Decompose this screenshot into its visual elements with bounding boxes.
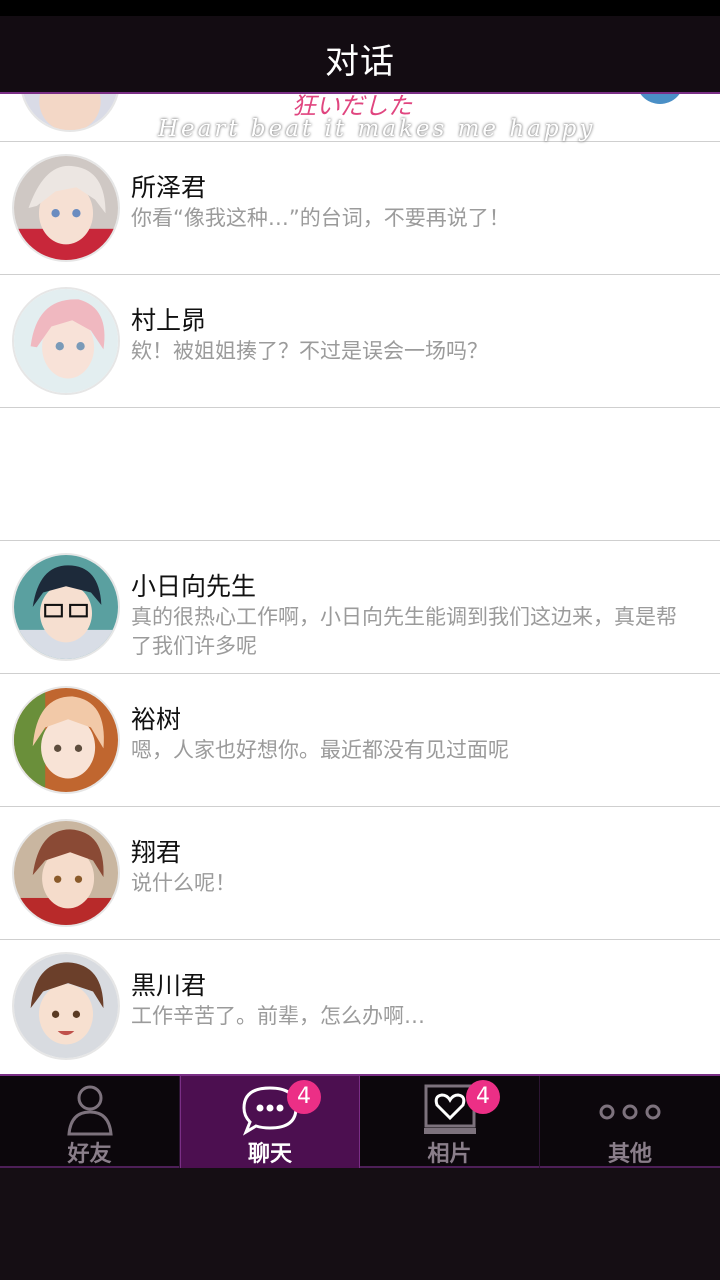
tab-label: 相片	[427, 1142, 472, 1167]
tab-label: 聊天	[247, 1142, 292, 1167]
unread-badge: 4	[466, 1080, 500, 1114]
chat-name: 裕树	[131, 705, 182, 734]
tab-other[interactable]: 其他	[540, 1076, 720, 1168]
avatar	[20, 94, 120, 132]
app-header: 对话	[0, 16, 720, 94]
more-dots-icon	[595, 1082, 665, 1140]
bottom-tab-bar: 好友 4 聊天 4 相片 其他	[0, 1074, 720, 1168]
chat-message: 你看“像我这种…”的台词，不要再说了！	[131, 206, 510, 230]
chat-message: 说什么呢！	[131, 871, 236, 895]
tab-photos[interactable]: 4 相片	[360, 1076, 540, 1168]
chat-row[interactable]: 小日向先生 真的很热心工作啊，小日向先生能调到我们这边来，真是帮了我们许多呢	[0, 541, 720, 674]
chat-row[interactable]: 翔君 说什么呢！	[0, 807, 720, 940]
chat-message: 欸！被姐姐揍了？不过是误会一场吗？	[131, 339, 488, 363]
page-title: 对话	[325, 42, 395, 82]
chat-row[interactable]: 裕树 嗯，人家也好想你。最近都没有见过面呢	[0, 674, 720, 807]
chat-row[interactable]: 所泽君 你看“像我这种…”的台词，不要再说了！	[0, 142, 720, 275]
tab-chat[interactable]: 4 聊天	[180, 1076, 360, 1168]
avatar	[12, 819, 120, 927]
person-icon	[65, 1082, 115, 1140]
tab-label: 好友	[67, 1142, 112, 1167]
chat-name: 黒川君	[131, 971, 207, 1000]
chat-name: 村上昴	[131, 306, 207, 335]
chat-message: 嗯，人家也好想你。最近都没有见过面呢	[131, 738, 509, 762]
chat-message: 真的很热心工作啊，小日向先生能调到我们这边来，真是帮了我们许多呢	[131, 605, 677, 658]
avatar	[12, 952, 120, 1060]
chat-row-empty	[0, 408, 720, 541]
avatar	[12, 154, 120, 262]
avatar	[12, 553, 120, 661]
tab-friends[interactable]: 好友	[0, 1076, 180, 1168]
chat-row[interactable]: 村上昴 欸！被姐姐揍了？不过是误会一场吗？	[0, 275, 720, 408]
status-bar	[0, 0, 720, 16]
chat-name: 小日向先生	[131, 572, 257, 601]
avatar	[636, 94, 684, 104]
chat-list[interactable]: 所泽君 你看“像我这种…”的台词，不要再说了！ 村上昴 欸！被姐姐揍了？不过是误…	[0, 94, 720, 1074]
chat-message: 工作辛苦了。前辈，怎么办啊…	[131, 1004, 425, 1028]
chat-name: 翔君	[131, 838, 182, 867]
chat-row-partial[interactable]	[0, 94, 720, 142]
tab-label: 其他	[607, 1142, 652, 1167]
avatar	[12, 686, 120, 794]
chat-name: 所泽君	[131, 173, 207, 202]
chat-row[interactable]: 黒川君 工作辛苦了。前辈，怎么办啊…	[0, 940, 720, 1073]
unread-badge: 4	[287, 1080, 321, 1114]
avatar	[12, 287, 120, 395]
